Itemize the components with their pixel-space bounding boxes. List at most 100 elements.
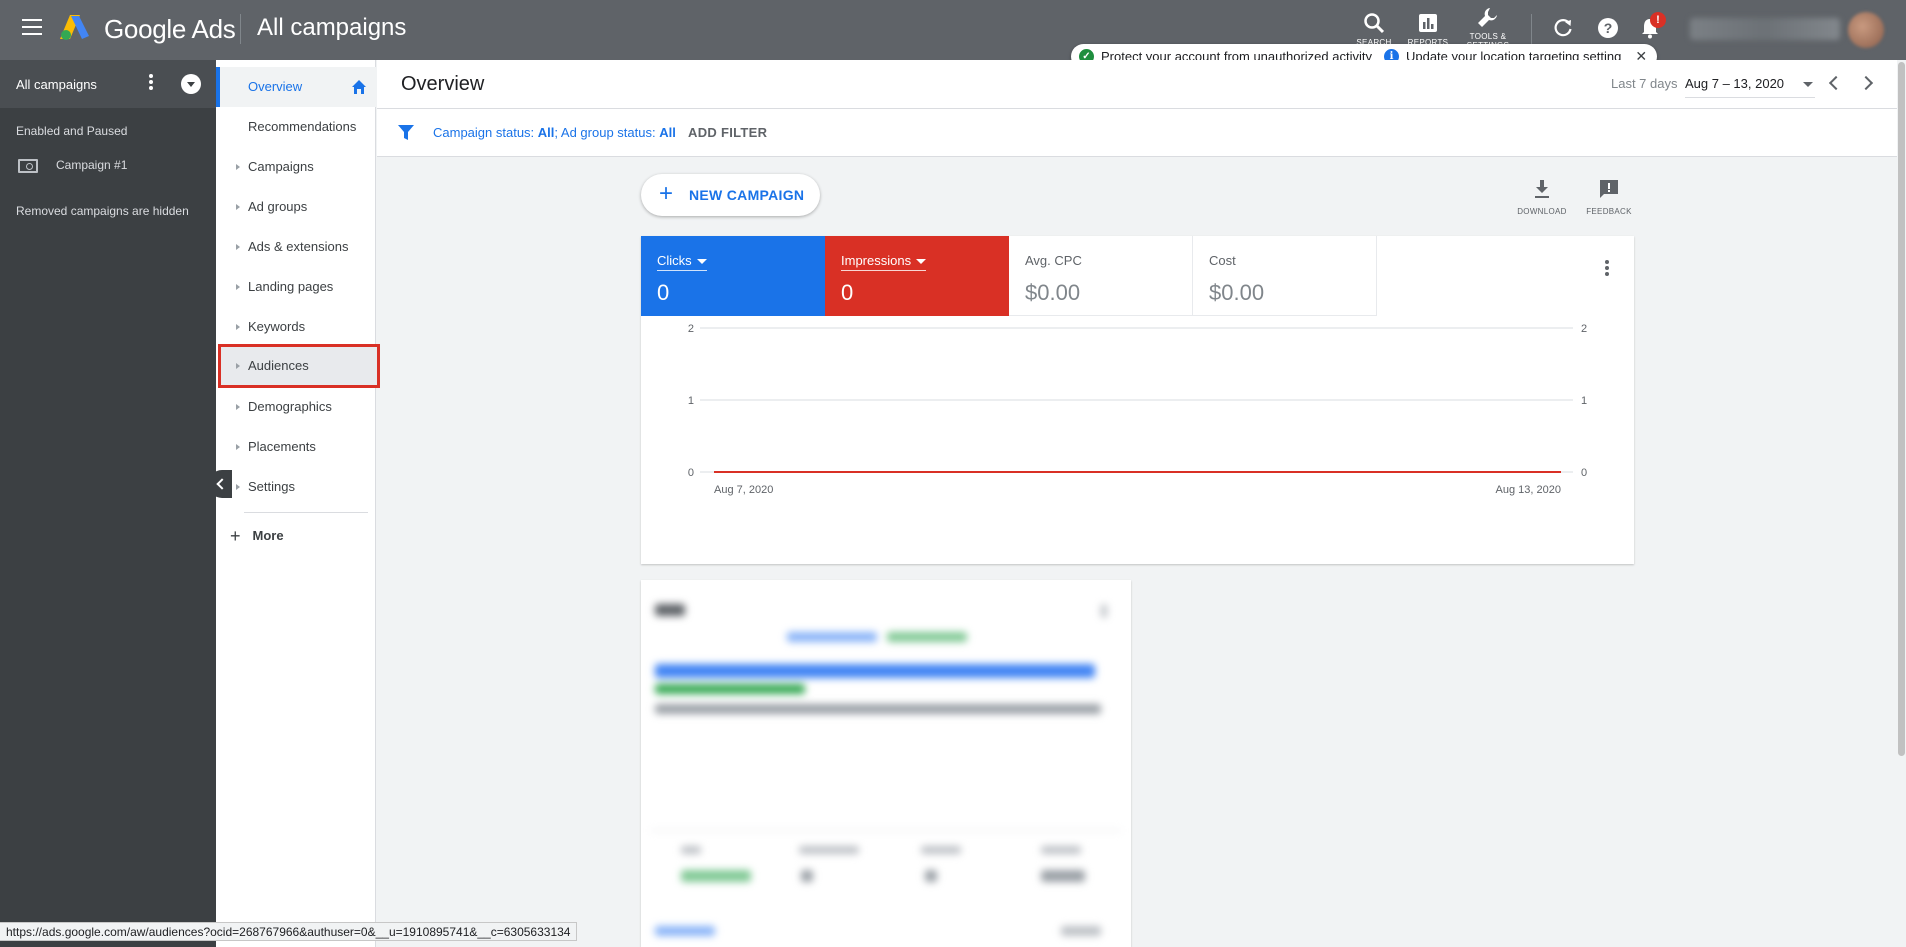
nav-item-label: Demographics	[248, 399, 332, 414]
y-tick-label-right: 2	[1581, 323, 1587, 335]
reports-tool[interactable]: REPORTS	[1403, 8, 1453, 47]
campaign-item[interactable]: Campaign #1	[0, 152, 216, 180]
nav-item-campaigns[interactable]: Campaigns	[216, 147, 376, 187]
nav-more-button[interactable]: + More	[230, 526, 284, 550]
nav-item-label: Settings	[248, 479, 295, 494]
x-tick-label: Aug 7, 2020	[714, 484, 773, 496]
home-icon	[352, 80, 366, 94]
metric-name: Avg. CPC	[1025, 253, 1082, 268]
date-dropdown-icon[interactable]	[1803, 82, 1813, 87]
page-title: Overview	[401, 73, 485, 95]
nav-item-label: Audiences	[248, 358, 309, 373]
reports-icon	[1419, 14, 1437, 32]
nav-item-label: Keywords	[248, 319, 306, 334]
expand-arrow-icon	[236, 164, 240, 170]
filter-bar: Campaign status: All; Ad group status: A…	[377, 109, 1897, 157]
svg-text:?: ?	[1604, 20, 1613, 36]
search-tool[interactable]: SEARCH	[1349, 8, 1399, 47]
page-nav: Overview Recommendations Campaigns Ad gr…	[216, 60, 380, 947]
caret-down-icon	[696, 259, 707, 265]
metric-value: $0.00	[1209, 280, 1265, 305]
campaign-panel: All campaigns Enabled and Paused Campaig…	[0, 60, 216, 947]
removed-campaigns-note: Removed campaigns are hidden	[16, 204, 189, 218]
scrollbar-thumb[interactable]	[1898, 62, 1905, 756]
new-campaign-button[interactable]: + NEW CAMPAIGN	[641, 174, 820, 216]
y-tick-label-right: 1	[1581, 395, 1587, 407]
y-tick-label-left: 1	[688, 395, 694, 407]
performance-line-chart: 0 0 1 1 2 2 Aug 7, 2020 Aug 13, 2020	[688, 323, 1587, 496]
account-info[interactable]	[1690, 18, 1840, 40]
filter-prefix: Campaign status:	[433, 125, 538, 140]
nav-item-placements[interactable]: Placements	[216, 427, 376, 467]
expand-arrow-icon	[236, 284, 240, 290]
tools-settings-tool[interactable]: TOOLS & SETTINGS	[1463, 4, 1513, 48]
feedback-icon	[1600, 180, 1618, 198]
nav-item-label: Landing pages	[248, 279, 334, 294]
metric-clicks[interactable]: Clicks 0	[641, 236, 825, 316]
toolbar-divider	[1531, 14, 1532, 46]
nav-item-recommendations[interactable]: Recommendations	[216, 107, 376, 147]
nav-item-label: Ads & extensions	[248, 239, 349, 254]
download-label: DOWNLOAD	[1517, 207, 1567, 216]
search-campaign-icon	[18, 159, 38, 173]
nav-item-label: Overview	[248, 79, 303, 94]
metric-cost[interactable]: Cost $0.00	[1193, 236, 1377, 316]
search-icon	[1364, 13, 1385, 34]
x-tick-label: Aug 13, 2020	[1496, 484, 1561, 496]
status-bar-url: https://ads.google.com/aw/audiences?ocid…	[0, 922, 578, 941]
status-filter-chip[interactable]: Campaign status: All; Ad group status: A…	[433, 125, 676, 140]
nav-divider	[244, 512, 368, 513]
more-vert-icon[interactable]	[148, 74, 154, 94]
nav-item-audiences[interactable]: Audiences	[218, 344, 380, 388]
all-campaigns-label: All campaigns	[16, 77, 97, 92]
menu-icon[interactable]	[22, 19, 42, 35]
date-range-picker[interactable]: Aug 7 – 13, 2020	[1685, 76, 1815, 98]
help-button[interactable]: ?	[1595, 15, 1621, 41]
add-filter-button[interactable]: ADD FILTER	[688, 125, 767, 140]
nav-item-label: Campaigns	[248, 159, 314, 174]
brand-name: Google Ads	[104, 14, 236, 44]
nav-item-landing-pages[interactable]: Landing pages	[216, 267, 376, 307]
more-vert-icon[interactable]	[1604, 260, 1610, 280]
filter-icon[interactable]	[397, 123, 415, 141]
chevron-right-icon[interactable]	[1858, 75, 1874, 91]
plus-icon: +	[230, 526, 241, 546]
google-ads-logo	[60, 15, 89, 40]
nav-more-label: More	[252, 527, 284, 543]
nav-item-keywords[interactable]: Keywords	[216, 307, 376, 347]
expand-arrow-icon	[236, 484, 240, 490]
y-tick-label-right: 0	[1581, 467, 1587, 479]
nav-item-label: Placements	[248, 439, 316, 454]
date-range-label: Last 7 days	[1611, 76, 1678, 91]
metric-impressions[interactable]: Impressions 0	[825, 236, 1009, 316]
caret-down-icon	[916, 259, 927, 265]
nav-item-ad-groups[interactable]: Ad groups	[216, 187, 376, 227]
avatar[interactable]	[1848, 12, 1884, 48]
dropdown-icon[interactable]	[181, 74, 201, 94]
campaign-panel-header[interactable]: All campaigns	[0, 60, 216, 108]
ad-preview-card	[641, 580, 1131, 947]
new-campaign-label: NEW CAMPAIGN	[689, 187, 805, 203]
brand-divider	[240, 14, 241, 44]
nav-item-ads-extensions[interactable]: Ads & extensions	[216, 227, 376, 267]
nav-item-settings[interactable]: Settings	[216, 467, 376, 507]
refresh-button[interactable]	[1550, 15, 1576, 41]
chevron-left-icon[interactable]	[1828, 75, 1844, 91]
app-title: All campaigns	[257, 14, 407, 41]
metric-name: Cost	[1209, 253, 1236, 268]
expand-arrow-icon	[236, 404, 240, 410]
metric-value: 0	[841, 280, 854, 305]
performance-chart-card: Clicks 0 Impressions 0 Avg. CPC $0.00 Co…	[641, 236, 1634, 564]
nav-item-overview[interactable]: Overview	[216, 67, 376, 107]
feedback-button[interactable]: FEEDBACK	[1584, 178, 1634, 216]
metric-avg-cpc[interactable]: Avg. CPC $0.00	[1009, 236, 1193, 316]
collapse-panel-button[interactable]	[208, 470, 232, 498]
filter-separator: ; Ad group status:	[554, 125, 660, 140]
refresh-icon	[1554, 19, 1572, 37]
y-tick-label-left: 2	[688, 323, 694, 335]
nav-item-label: Ad groups	[248, 199, 308, 214]
metric-value: 0	[657, 280, 670, 305]
download-button[interactable]: DOWNLOAD	[1517, 178, 1567, 216]
nav-item-demographics[interactable]: Demographics	[216, 387, 376, 427]
main-header: Overview Last 7 days Aug 7 – 13, 2020	[377, 60, 1897, 109]
